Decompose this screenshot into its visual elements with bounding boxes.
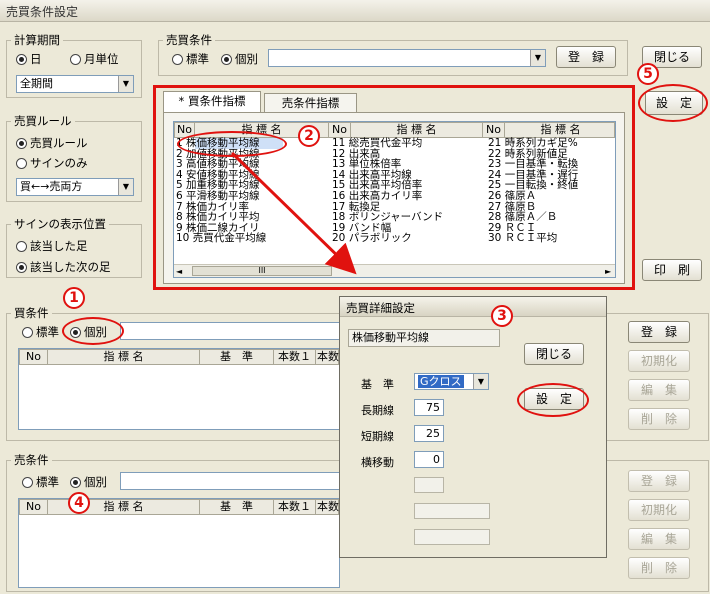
badge-3: 3 <box>491 305 513 327</box>
highlight-ring-set <box>638 84 708 122</box>
highlight-ring-indicator <box>177 131 287 157</box>
annotation-arrow <box>230 151 357 275</box>
badge-4: 4 <box>68 492 90 514</box>
badge-5: 5 <box>637 63 659 85</box>
highlight-ring-buy-individual <box>62 317 124 345</box>
badge-1: 1 <box>63 287 85 309</box>
highlight-ring-dialog-set <box>517 383 589 417</box>
badge-2: 2 <box>298 125 320 147</box>
